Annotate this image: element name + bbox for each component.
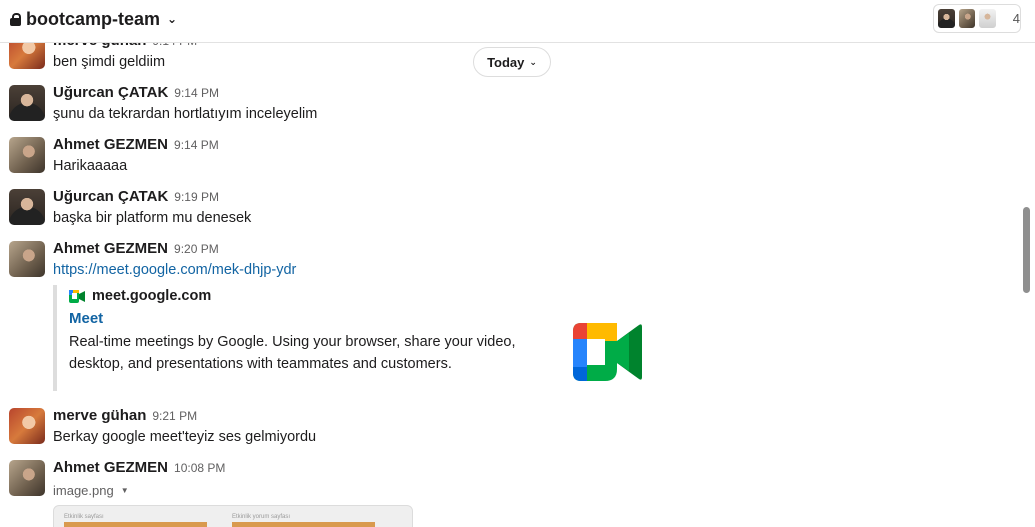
message-author[interactable]: Ahmet GEZMEN 9:14 PM: [53, 136, 219, 153]
message-text: Harikaaaaa: [53, 158, 128, 174]
message-timestamp[interactable]: 9:19 PM: [174, 190, 219, 204]
message-timestamp[interactable]: 9:14 PM: [174, 138, 219, 152]
link-unfurl: meet.google.com Meet Real-time meetings …: [53, 285, 653, 391]
unfurl-description: Real-time meetings by Google. Using your…: [69, 334, 516, 372]
chevron-down-icon: ⌄: [167, 11, 178, 26]
message-author[interactable]: Ahmet GEZMEN 9:20 PM: [53, 240, 219, 257]
lock-icon: [10, 13, 21, 26]
channel-name-button[interactable]: bootcamp-team ⌄: [10, 9, 177, 30]
thumb-label: Etkinlik sayfası: [64, 514, 104, 520]
thumb-bar: [64, 522, 207, 527]
thumb-bar: [232, 522, 375, 527]
unfurl-site: meet.google.com: [69, 288, 211, 304]
channel-header: bootcamp-team ⌄ 4: [0, 0, 1035, 43]
google-meet-logo-icon[interactable]: [567, 321, 642, 383]
message-text: başka bir platform mu denesek: [53, 210, 252, 226]
date-divider-label: Today: [487, 54, 525, 70]
avatar[interactable]: [9, 241, 45, 277]
message-timestamp[interactable]: 10:08 PM: [174, 461, 225, 475]
image-attachment[interactable]: Etkinlik sayfası Etkinlik yorum sayfası: [53, 505, 413, 527]
message-text: şunu da tekrardan hortlatıyım inceleyeli…: [53, 106, 318, 122]
member-avatar: [937, 8, 956, 29]
avatar[interactable]: [9, 408, 45, 444]
attachment-filename: image.png: [53, 483, 114, 498]
thumb-label: Etkinlik yorum sayfası: [232, 514, 291, 520]
avatar[interactable]: [9, 460, 45, 496]
message-author[interactable]: Uğurcan ÇATAK 9:19 PM: [53, 188, 219, 205]
member-avatar: [957, 8, 977, 29]
unfurl-title-link[interactable]: Meet: [69, 310, 103, 327]
message-timestamp[interactable]: 9:20 PM: [174, 242, 219, 256]
message-author[interactable]: Ahmet GEZMEN 10:08 PM: [53, 459, 225, 476]
members-button[interactable]: 4: [933, 4, 1021, 33]
message-timestamp[interactable]: 9:14 PM: [174, 86, 219, 100]
message-author[interactable]: Uğurcan ÇATAK 9:14 PM: [53, 84, 219, 101]
member-avatar: [978, 8, 997, 29]
caret-down-icon: ▼: [120, 486, 129, 495]
google-meet-favicon-icon: [69, 290, 85, 303]
message-text: ben şimdi geldiim: [53, 54, 166, 70]
avatar[interactable]: [9, 85, 45, 121]
message-text: Berkay google meet'teyiz ses gelmiyordu: [53, 429, 317, 445]
message-author[interactable]: merve gühan 9:21 PM: [53, 407, 197, 424]
channel-name: bootcamp-team: [26, 9, 161, 29]
message-timestamp[interactable]: 9:21 PM: [152, 409, 197, 423]
avatar[interactable]: [9, 137, 45, 173]
member-count: 4: [1012, 11, 1021, 26]
attachment-filename-toggle[interactable]: image.png ▼: [53, 483, 129, 498]
date-divider-button[interactable]: Today ⌄: [473, 47, 551, 77]
scrollbar-thumb[interactable]: [1023, 207, 1030, 293]
chevron-down-icon: ⌄: [529, 56, 537, 67]
message-link[interactable]: https://meet.google.com/mek-dhjp-ydr: [53, 262, 296, 278]
avatar[interactable]: [9, 189, 45, 225]
